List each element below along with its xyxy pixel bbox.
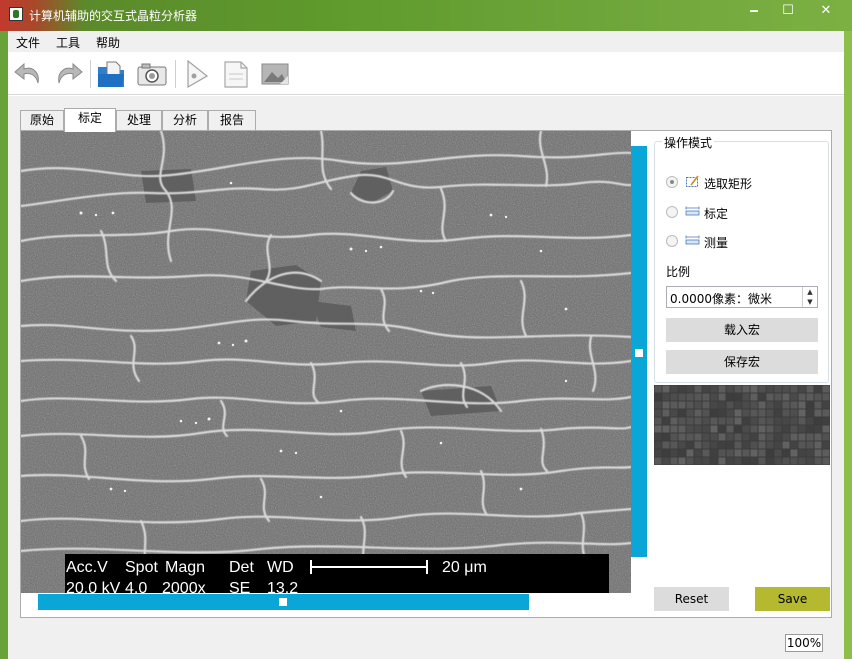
vertical-scrollbar[interactable] — [631, 146, 647, 557]
ratio-spinbox[interactable]: 0.0000像素：微米 ▲ ▼ — [666, 286, 818, 308]
open-folder-icon[interactable] — [94, 58, 128, 90]
databar-header-magn: Magn — [165, 559, 205, 576]
sem-micrograph[interactable]: Acc.V Spot Magn Det WD 20.0 kV 4.0 2000x… — [21, 131, 631, 593]
pen-tool-icon[interactable] — [180, 58, 214, 90]
toolbar-separator — [90, 60, 91, 88]
radio-measure[interactable] — [666, 235, 678, 247]
databar-value-det: SE — [229, 580, 250, 593]
ratio-value[interactable]: 0.0000像素：微米 — [670, 290, 772, 307]
select-rectangle-icon — [685, 175, 700, 188]
databar-value-magn: 2000x — [162, 580, 206, 593]
preview-grid — [654, 385, 830, 465]
menu-file[interactable]: 文件 — [16, 34, 40, 51]
close-button[interactable]: ✕ — [804, 0, 848, 21]
scale-bar-label: 20 μm — [442, 559, 487, 576]
mode-label-select-rectangle: 选取矩形 — [704, 177, 753, 191]
minimize-button[interactable]: 🗕 — [737, 0, 771, 21]
databar-header-spot: Spot — [125, 559, 158, 576]
mode-label-measure: 测量 — [704, 236, 729, 250]
ratio-label: 比例 — [666, 265, 691, 279]
status-bar: 100% — [8, 626, 844, 659]
image-icon[interactable] — [258, 58, 292, 90]
zoom-level: 100% — [785, 634, 823, 652]
spin-down-icon[interactable]: ▼ — [803, 297, 817, 307]
document-icon[interactable] — [219, 58, 253, 90]
client-area: 文件 工具 帮助 原始 标定 处理 分析 报告 Acc.V Spot Magn … — [8, 31, 844, 659]
window-frame-right — [844, 31, 852, 659]
tab-analyze[interactable]: 分析 — [162, 110, 208, 131]
databar-value-spot: 4.0 — [125, 580, 147, 593]
title-bar: 计算机辅助的交互式晶粒分析器 🗕 ☐ ✕ — [0, 0, 852, 31]
tab-original[interactable]: 原始 — [20, 110, 64, 131]
reset-button[interactable]: Reset — [654, 587, 729, 611]
tab-content-calibrate: Acc.V Spot Magn Det WD 20.0 kV 4.0 2000x… — [20, 130, 832, 618]
toolbar — [8, 52, 844, 95]
calibrate-ruler-icon — [685, 205, 700, 218]
mode-label-calibrate: 标定 — [704, 207, 729, 221]
redo-icon[interactable] — [51, 58, 85, 90]
menu-bar: 文件 工具 帮助 — [8, 31, 844, 52]
operation-mode-title: 操作模式 — [662, 134, 715, 151]
databar-value-accv: 20.0 kV — [66, 580, 121, 593]
app-icon — [9, 7, 23, 21]
sem-databar: Acc.V Spot Magn Det WD 20.0 kV 4.0 2000x… — [65, 554, 609, 593]
spin-up-icon[interactable]: ▲ — [803, 287, 817, 297]
radio-calibrate[interactable] — [666, 206, 678, 218]
window-title: 计算机辅助的交互式晶粒分析器 — [29, 9, 198, 23]
menu-tools[interactable]: 工具 — [56, 34, 80, 51]
horizontal-scrollbar[interactable] — [38, 594, 529, 610]
save-button[interactable]: Save — [755, 587, 830, 611]
databar-header-wd: WD — [267, 559, 294, 576]
menu-help[interactable]: 帮助 — [96, 34, 120, 51]
radio-select-rectangle[interactable] — [666, 176, 678, 188]
load-macro-button[interactable]: 载入宏 — [666, 318, 818, 342]
tab-calibrate[interactable]: 标定 — [64, 108, 116, 132]
vertical-scroll-thumb[interactable] — [635, 349, 643, 357]
window-frame-left — [0, 31, 8, 659]
camera-icon[interactable] — [135, 58, 169, 90]
ratio-spin-buttons: ▲ ▼ — [802, 287, 817, 307]
operation-mode-group: 操作模式 选取矩形 标定 测量 比例 0.0000像素：微米 ▲ ▼ 载入宏 保… — [654, 134, 829, 383]
measure-ruler-icon — [685, 234, 700, 247]
toolbar-separator — [175, 60, 176, 88]
databar-header-det: Det — [229, 559, 254, 576]
maximize-button[interactable]: ☐ — [771, 0, 805, 21]
save-macro-button[interactable]: 保存宏 — [666, 350, 818, 374]
tab-report[interactable]: 报告 — [208, 110, 256, 131]
databar-header-accv: Acc.V — [66, 559, 108, 576]
tab-process[interactable]: 处理 — [116, 110, 162, 131]
horizontal-scroll-thumb[interactable] — [279, 598, 287, 606]
undo-icon[interactable] — [12, 58, 46, 90]
databar-value-wd: 13.2 — [267, 580, 298, 593]
main-panel: 原始 标定 处理 分析 报告 Acc.V Spot Magn Det WD 20… — [8, 96, 844, 659]
